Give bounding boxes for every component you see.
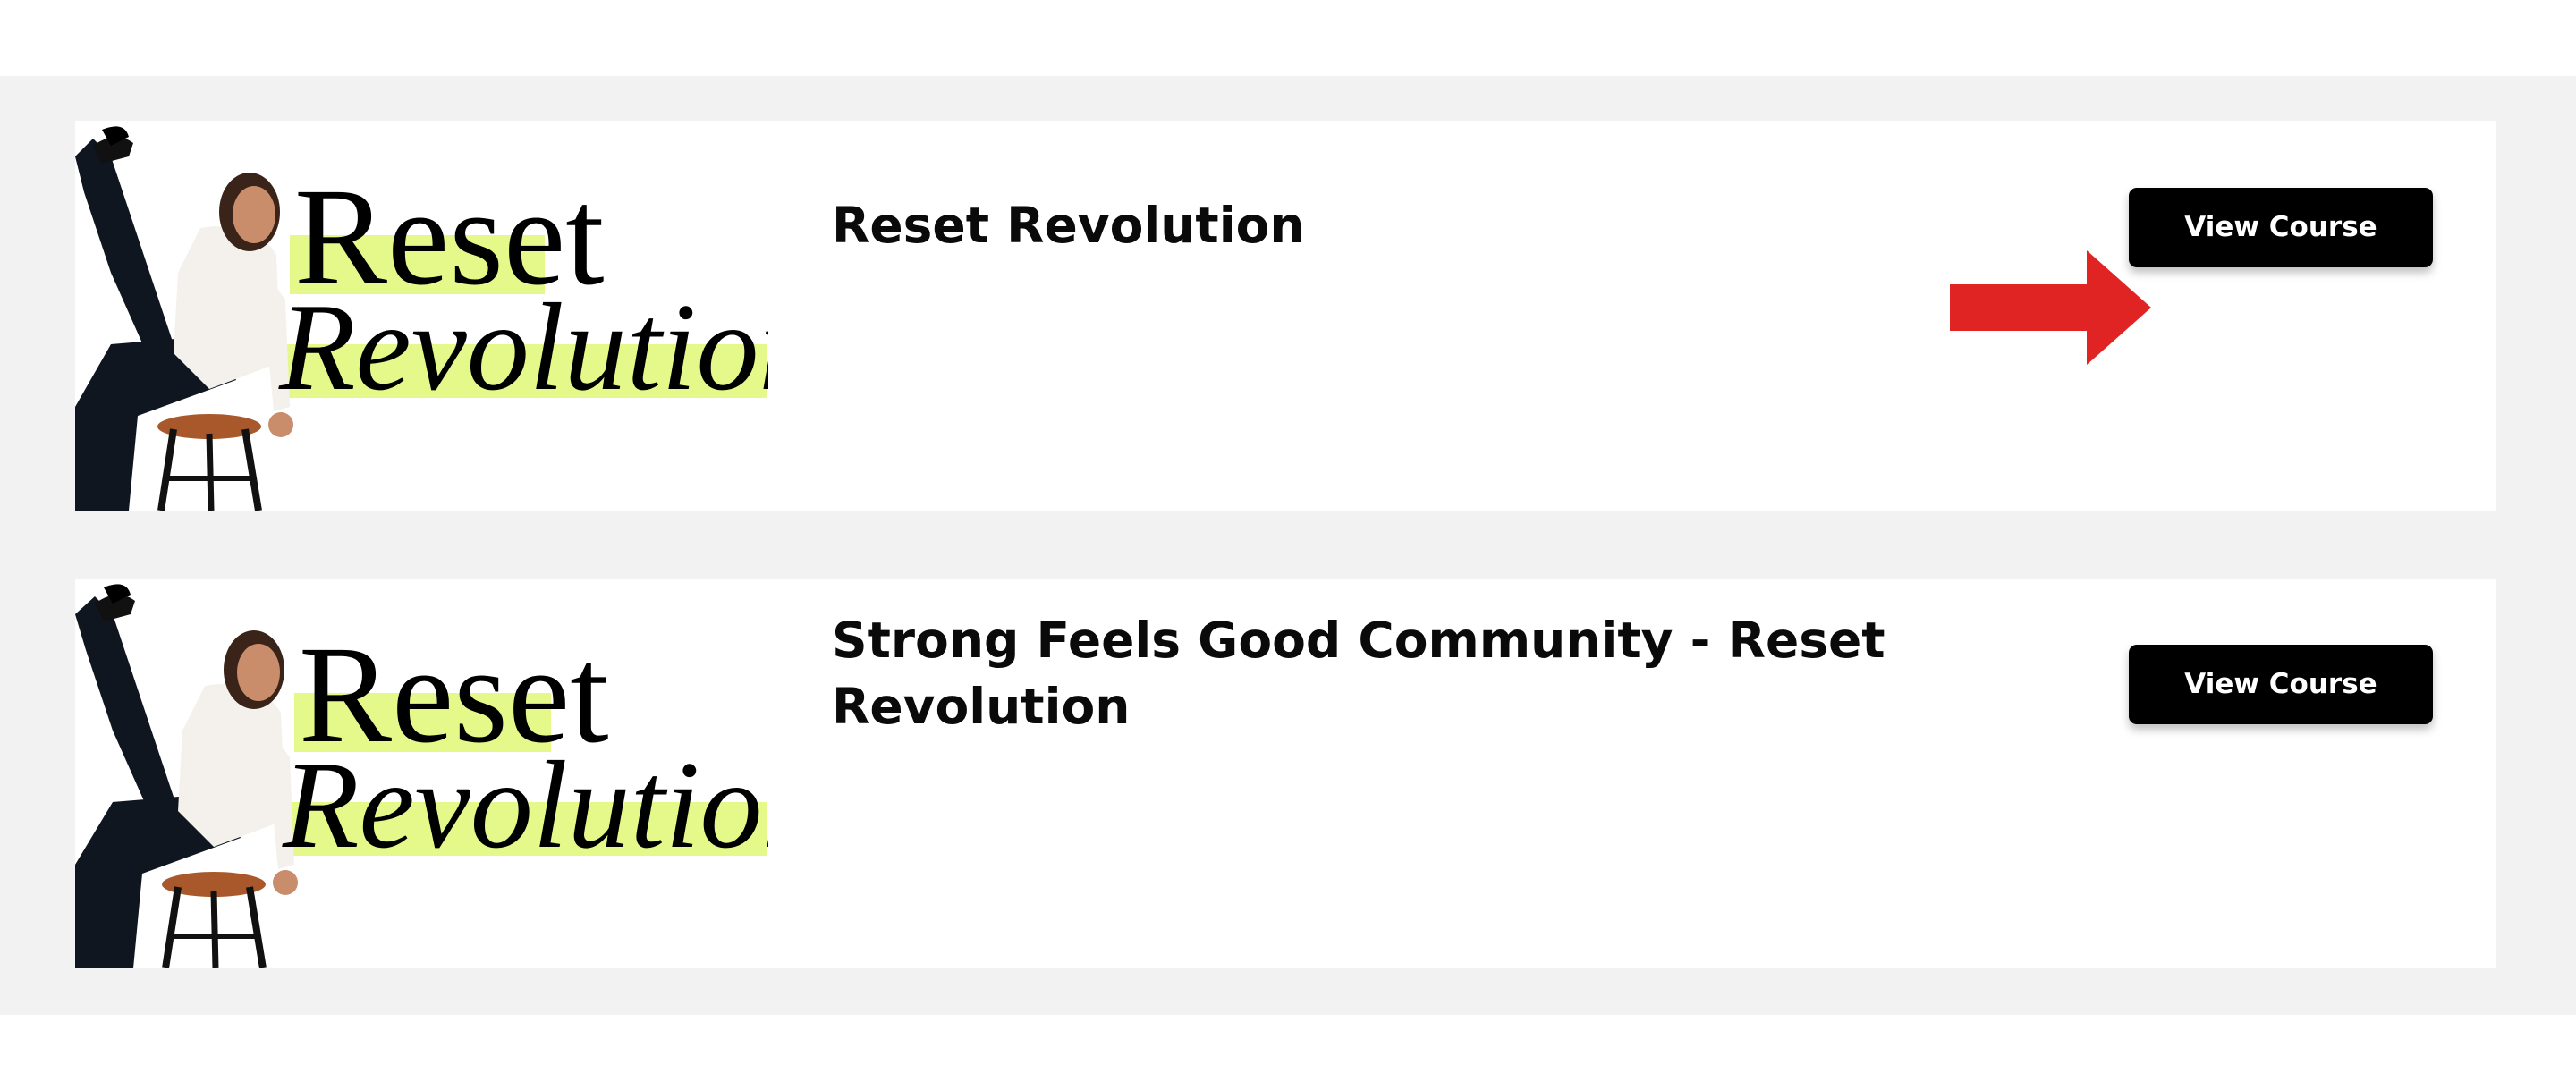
course-list-section: Reset Revolution Reset Revolution View C… <box>0 76 2576 1015</box>
thumbnail-title-line2: Revolution <box>278 278 768 417</box>
course-title[interactable]: Reset Revolution <box>832 192 1923 258</box>
thumbnail-title-line2: Revolution <box>282 736 768 874</box>
course-thumbnail-image: Reset Revolution <box>75 121 768 511</box>
course-thumbnail[interactable]: Reset Revolution <box>75 579 768 968</box>
course-thumbnail-image: Reset Revolution <box>75 579 768 968</box>
view-course-button[interactable]: View Course <box>2129 645 2433 724</box>
course-title[interactable]: Strong Feels Good Community - Reset Revo… <box>832 607 1923 739</box>
view-course-button[interactable]: View Course <box>2129 188 2433 267</box>
arrow-right-icon <box>1950 250 2151 365</box>
course-card: Reset Revolution Strong Feels Good Commu… <box>75 579 2496 968</box>
course-thumbnail[interactable]: Reset Revolution <box>75 121 768 511</box>
